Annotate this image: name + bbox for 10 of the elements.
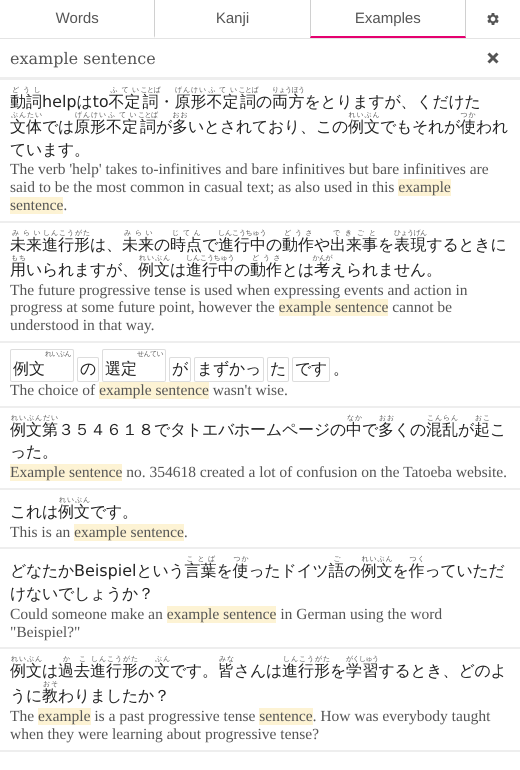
english-translation: The example is a past progressive tense sentence. How was everybody taught when they were learning about progressive tense?: [10, 708, 492, 744]
close-icon: [487, 52, 499, 64]
english-translation: The choice of example sentence wasn't wise.: [10, 382, 289, 400]
english-translation: The verb 'help' takes to-infinitives and bare infinitives but bare infinitives are said to be the most common in casual text; as also used in this example sentence.: [10, 161, 490, 215]
english-translation: This is an example sentence.: [10, 524, 189, 542]
english-translation: Example sentence no. 354618 created a lot of confusion on the Tatoeba website.: [10, 464, 508, 482]
english-translation: The future progressive tense is used when expressing events and action in progress at some future point, however the example sentence cannot be understood in that way.: [10, 282, 469, 336]
tab[interactable]: Examples: [310, 0, 466, 38]
settings-icon: [484, 11, 501, 27]
english-translation: Could someone make an example sentence in German using the word "Beispiel?": [10, 606, 444, 642]
